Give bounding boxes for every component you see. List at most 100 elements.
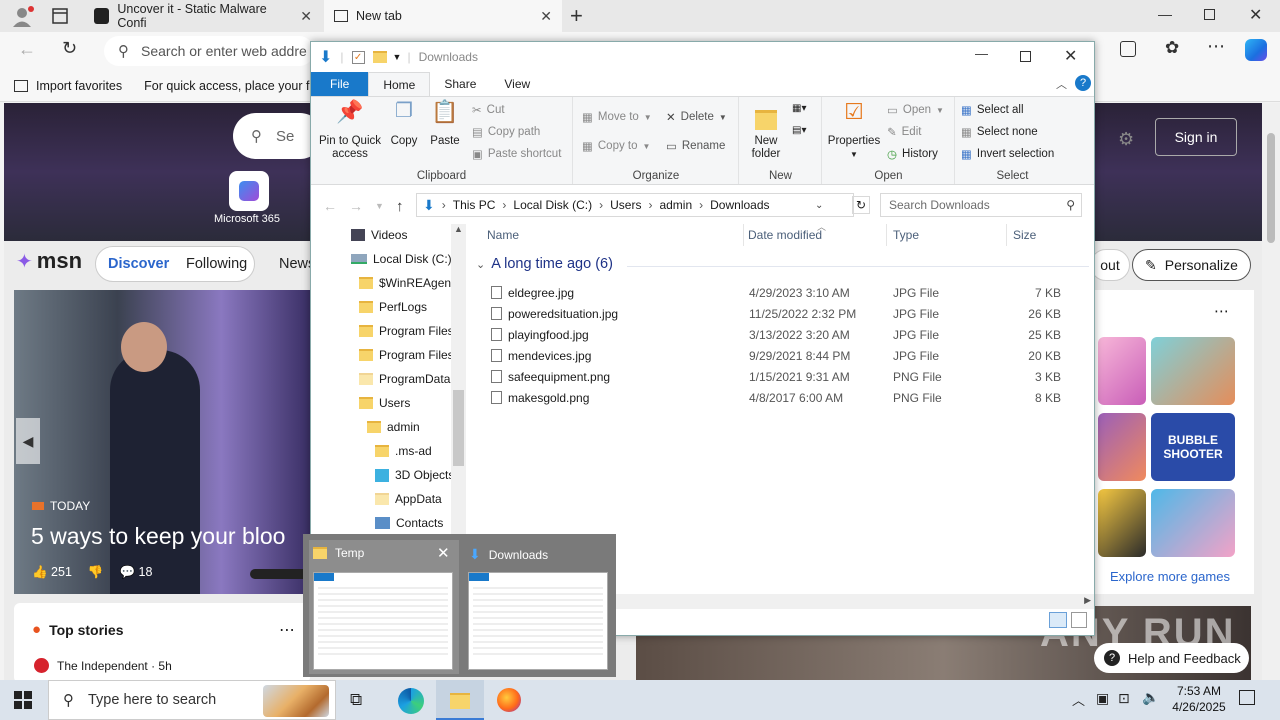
tab-uncover-it[interactable]: Uncover it - Static Malware Confi ✕ [84,0,322,32]
address-bar[interactable]: ⚲ Search or enter web addre [104,36,314,66]
nav-following[interactable]: Following [186,256,247,272]
file-row[interactable]: makesgold.png 4/8/2017 6:00 AM PNG File 8 K… [491,387,1081,408]
tree-item[interactable]: Videos [351,224,407,246]
file-row[interactable]: mendevices.jpg 9/29/2021 8:44 PM JPG File 2… [491,345,1081,366]
tree-item[interactable]: 3D Objects [375,464,454,486]
preview-temp[interactable]: Temp ✕ [309,540,459,674]
copy-button[interactable]: ❐ Copy [387,101,421,148]
close-tab-icon[interactable]: ✕ [540,8,552,25]
firefox-taskbar-icon[interactable] [497,688,521,712]
rename-button[interactable]: ▭ Rename [666,139,725,153]
crumb-local-disk[interactable]: Local Disk (C:) [513,198,592,212]
game-tile-1[interactable] [1098,337,1146,405]
tab-share[interactable]: Share [430,72,490,96]
copy-path-button[interactable]: ▤ Copy path [472,125,540,139]
collections-icon[interactable] [1120,41,1136,57]
address-input[interactable]: Search or enter web addre [141,43,307,59]
details-view-icon[interactable] [1049,612,1067,628]
tree-item[interactable]: Program Files [359,344,454,366]
back-arrow-icon[interactable]: ← [323,198,337,214]
msn-logo[interactable]: ✦ msn [16,248,82,274]
game-tile-bubble-shooter[interactable]: BUBBLE SHOOTER [1151,413,1235,481]
new-tab-button[interactable]: + [570,3,583,29]
explore-games-link[interactable]: Explore more games [1110,569,1230,584]
breadcrumb[interactable]: ⬇ › This PC › Local Disk (C:) › Users › … [416,193,854,217]
top-stories-more-icon[interactable]: ⋯ [279,620,295,640]
close-tab-icon[interactable]: ✕ [300,8,312,25]
new-folder-button[interactable]: New folder [744,105,788,161]
copilot-icon[interactable] [1245,39,1267,61]
maximize-button[interactable] [1020,51,1031,62]
easy-access-button[interactable]: ▤▾ [792,125,806,136]
device-icon[interactable]: ▣ [1096,690,1109,707]
minimize-button[interactable]: — [975,46,988,61]
tree-item[interactable]: ProgramData [359,368,450,390]
game-tile-2[interactable] [1151,337,1235,405]
group-header[interactable]: ⌄ A long time ago (6) [476,256,613,272]
comment-button[interactable]: 💬 18 [119,565,152,580]
page-settings-icon[interactable]: ⚙ [1118,129,1134,150]
paste-button[interactable]: 📋 Paste [427,101,463,148]
game-tile-5[interactable] [1098,489,1146,557]
file-row[interactable]: poweredsituation.jpg 11/25/2022 2:32 PM JP… [491,303,1081,324]
file-explorer-taskbar-button[interactable] [436,680,484,720]
microsoft-365-tile[interactable] [229,171,269,211]
clock[interactable]: 7:53 AM 4/26/2025 [1164,683,1234,715]
column-name[interactable]: Name [487,228,519,242]
delete-button[interactable]: ✕ Delete ▼ [666,110,727,124]
dislike-icon[interactable]: 👎 [88,565,104,580]
taskbar-search-box[interactable]: ⚲ Type here to search [48,680,336,720]
edit-button[interactable]: ✎ Edit [887,125,921,139]
page-scrollbar[interactable] [1262,103,1280,680]
column-date-modified[interactable]: Date modified [748,228,822,242]
game-tile-6[interactable] [1151,489,1235,557]
refresh-button[interactable]: ↻ [62,38,77,59]
like-button[interactable]: 👍 251 [32,565,72,580]
scrollbar-thumb[interactable] [453,390,464,466]
file-row[interactable]: playingfood.jpg 3/13/2022 3:20 AM JPG File… [491,324,1081,345]
nav-discover[interactable]: Discover [108,256,169,272]
volume-icon[interactable]: 🔈 [1142,689,1159,706]
minimize-button[interactable]: — [1158,6,1172,22]
tree-item[interactable]: PerfLogs [359,296,427,318]
crumb-this-pc[interactable]: This PC [453,198,496,212]
large-icons-view-icon[interactable] [1071,612,1087,628]
address-dropdown-icon[interactable]: ⌄ [815,200,823,211]
crumb-downloads[interactable]: Downloads [710,198,769,212]
copy-to-button[interactable]: ▦ Copy to ▼ [582,139,650,153]
new-folder-qa-icon[interactable] [372,51,387,63]
show-hidden-icons[interactable]: ︿ [1072,690,1085,709]
collapse-ribbon-icon[interactable]: ︿ [1056,76,1067,92]
windows-start-icon[interactable] [14,691,32,709]
up-arrow-icon[interactable]: ↑ [396,198,404,215]
select-none-button[interactable]: ▦ Select none [961,125,1038,139]
properties-qa-icon[interactable]: ✓ [351,50,365,64]
column-size[interactable]: Size [1013,228,1036,242]
tab-home[interactable]: Home [368,72,431,96]
scroll-right-icon[interactable]: ▶ [1084,595,1091,606]
back-button[interactable]: ← [18,39,36,60]
extensions-icon[interactable]: ✿ [1165,38,1179,58]
restore-button[interactable] [1204,9,1215,20]
hero-story-card[interactable]: ◀ TODAY 5 ways to keep your bloo 👍 251 👎… [14,290,310,594]
close-button[interactable]: ✕ [1064,46,1077,66]
tree-item[interactable]: admin [367,416,420,438]
file-row[interactable]: eldegree.jpg 4/29/2023 3:10 AM JPG File 7 K… [491,282,1081,303]
tree-item[interactable]: Users [359,392,410,414]
hero-headline[interactable]: 5 ways to keep your bloo [31,523,285,550]
forward-arrow-icon[interactable]: → [349,198,363,214]
edge-taskbar-icon[interactable] [398,688,424,714]
file-row[interactable]: safeequipment.png 1/15/2021 9:31 AM PNG Fi… [491,366,1081,387]
games-more-icon[interactable]: ⋯ [1214,302,1229,320]
move-to-button[interactable]: ▦ Move to ▼ [582,110,652,124]
properties-button[interactable]: ☑ Properties ▼ [825,101,883,161]
cut-button[interactable]: ✂ Cut [472,103,505,117]
profile-avatar-icon[interactable] [10,5,34,27]
help-icon[interactable]: ? [1075,75,1091,91]
tree-item[interactable]: Local Disk (C:) [351,248,452,270]
carousel-dots[interactable] [250,569,310,579]
paste-shortcut-button[interactable]: ▣ Paste shortcut [472,147,561,161]
column-type[interactable]: Type [893,228,919,242]
tab-view[interactable]: View [490,72,544,96]
select-all-button[interactable]: ▦ Select all [961,103,1024,117]
